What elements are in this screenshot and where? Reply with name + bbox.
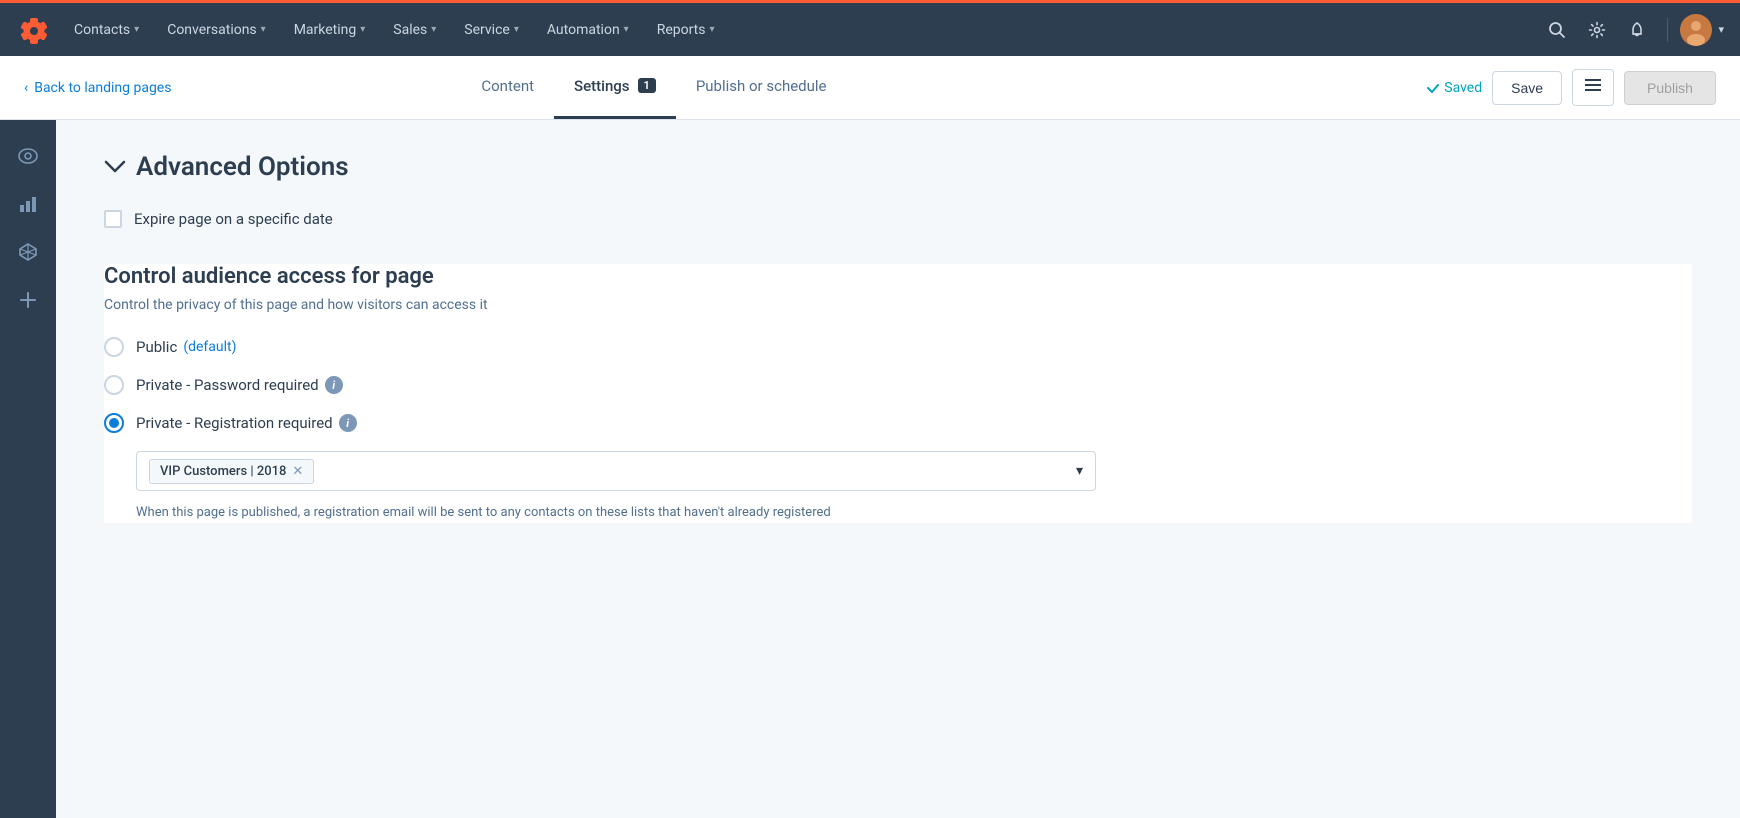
menu-button[interactable] [1572,69,1614,106]
sub-header: ‹ Back to landing pages Content Settings… [0,56,1740,120]
audience-section: Control audience access for page Control… [104,264,1692,523]
chevron-down-icon: ▾ [514,24,519,35]
radio-public-input[interactable] [104,337,124,357]
registration-info-icon[interactable]: i [339,414,357,432]
nav-right-actions: ▾ [1539,12,1724,48]
top-navigation: Contacts ▾ Conversations ▾ Marketing ▾ S… [0,0,1740,56]
radio-password-label: Private - Password required i [136,376,343,394]
save-button[interactable]: Save [1492,71,1562,105]
radio-public: Public (default) [104,337,1692,357]
chevron-down-icon: ▾ [624,24,629,35]
tab-content[interactable]: Content [461,55,554,119]
nav-conversations[interactable]: Conversations ▾ [153,2,280,58]
radio-registration-label: Private - Registration required i [136,414,357,432]
chevron-down-icon: ▾ [431,24,436,35]
nav-divider [1667,18,1668,42]
chevron-down-icon: ▾ [710,24,715,35]
settings-badge: 1 [638,78,656,93]
main-layout: Advanced Options Expire page on a specif… [0,120,1740,818]
radio-registration: Private - Registration required i [104,413,1692,433]
password-info-icon[interactable]: i [325,376,343,394]
advanced-options-header: Advanced Options [104,152,1692,182]
nav-sales[interactable]: Sales ▾ [379,2,450,58]
advanced-options-title: Advanced Options [136,152,349,182]
nav-reports[interactable]: Reports ▾ [643,2,729,58]
expire-section: Expire page on a specific date [104,210,1692,228]
saved-indicator: Saved [1426,80,1482,96]
notifications-icon[interactable] [1619,12,1655,48]
chevron-down-icon: ▾ [261,24,266,35]
left-sidebar [0,120,56,818]
tab-settings[interactable]: Settings 1 [554,55,676,119]
header-right-actions: Saved Save Publish [1426,69,1716,106]
radio-password: Private - Password required i [104,375,1692,395]
registration-note: When this page is published, a registrat… [136,503,1096,523]
cube-icon[interactable] [8,232,48,272]
nav-automation[interactable]: Automation ▾ [533,2,643,58]
audience-title: Control audience access for page [104,264,1692,289]
tag-input-container[interactable]: VIP Customers | 2018 ✕ ▾ [136,451,1096,491]
eye-icon[interactable] [8,136,48,176]
collapse-chevron-icon[interactable] [104,155,126,179]
back-arrow-icon: ‹ [24,80,28,96]
tag-dropdown-icon[interactable]: ▾ [1076,463,1083,479]
tag-remove-button[interactable]: ✕ [292,464,303,479]
radio-public-default: (default) [183,339,236,355]
audience-desc: Control the privacy of this page and how… [104,297,1692,313]
avatar-chevron-icon[interactable]: ▾ [1718,23,1724,36]
avatar[interactable] [1680,14,1712,46]
expire-checkbox[interactable] [104,210,122,228]
radio-registration-input[interactable] [104,413,124,433]
radio-public-label: Public (default) [136,338,236,356]
expire-label: Expire page on a specific date [134,210,333,228]
chart-icon[interactable] [8,184,48,224]
chevron-down-icon: ▾ [360,24,365,35]
search-icon[interactable] [1539,12,1575,48]
sub-tabs: Content Settings 1 Publish or schedule [461,56,846,119]
content-area: Advanced Options Expire page on a specif… [56,120,1740,818]
hubspot-logo[interactable] [16,12,52,48]
back-to-landing-pages[interactable]: ‹ Back to landing pages [24,80,171,96]
publish-button[interactable]: Publish [1624,71,1716,105]
nav-contacts[interactable]: Contacts ▾ [60,2,153,58]
radio-password-input[interactable] [104,375,124,395]
vip-customers-tag: VIP Customers | 2018 ✕ [149,459,314,484]
tab-publish[interactable]: Publish or schedule [676,55,847,119]
nav-items: Contacts ▾ Conversations ▾ Marketing ▾ S… [60,2,1539,58]
settings-icon[interactable] [1579,12,1615,48]
plus-icon[interactable] [8,280,48,320]
nav-service[interactable]: Service ▾ [450,2,533,58]
nav-marketing[interactable]: Marketing ▾ [280,2,380,58]
chevron-down-icon: ▾ [134,24,139,35]
